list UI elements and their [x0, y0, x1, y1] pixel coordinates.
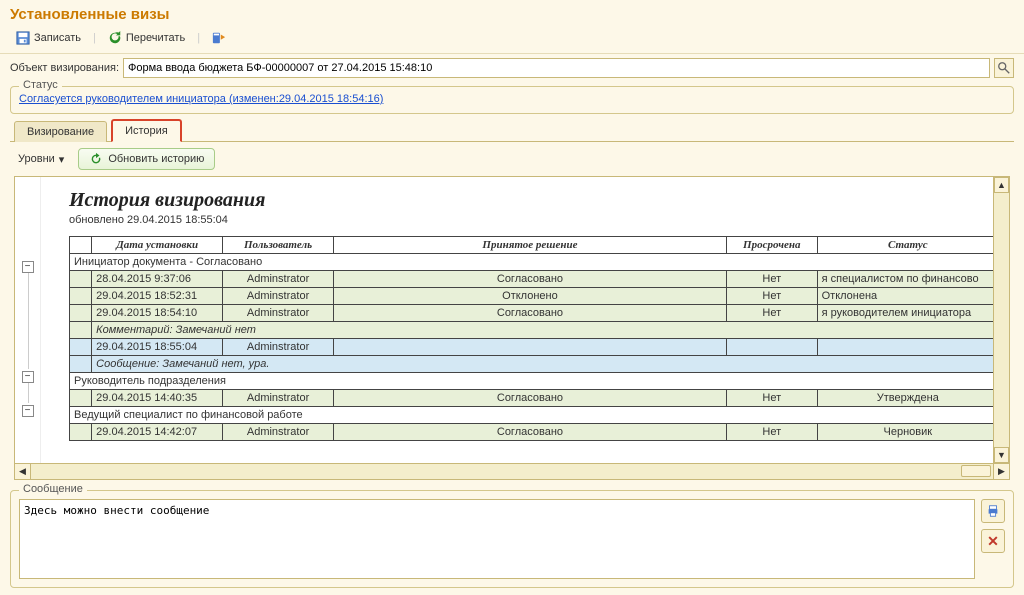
lookup-button[interactable]: [994, 58, 1014, 78]
table-row[interactable]: 29.04.2015 18:52:31AdminstratorОтклонено…: [70, 288, 994, 305]
col-overdue: Просрочена: [726, 237, 817, 254]
message-row: Сообщение: Замечаний нет, ура.: [70, 356, 994, 373]
magnifier-icon: [997, 61, 1011, 75]
vertical-scrollbar[interactable]: ▲ ▼: [993, 177, 1009, 463]
levels-label: Уровни: [18, 153, 55, 165]
scroll-track[interactable]: [994, 193, 1009, 447]
toolbar: Записать | Перечитать |: [0, 27, 1024, 54]
status-legend: Статус: [19, 79, 62, 91]
page-title: Установленные визы: [0, 0, 1024, 27]
col-user: Пользователь: [223, 237, 334, 254]
write-label: Записать: [34, 32, 81, 44]
reread-button[interactable]: Перечитать: [102, 29, 191, 47]
table-row[interactable]: 28.04.2015 9:37:06AdminstratorСогласован…: [70, 271, 994, 288]
section-header: Ведущий специалист по финансовой работе: [70, 407, 994, 424]
tab-istoriya[interactable]: История: [111, 119, 182, 142]
scroll-up[interactable]: ▲: [994, 177, 1009, 193]
message-buttons: ✕: [981, 499, 1005, 579]
refresh-history-label: Обновить историю: [108, 153, 204, 165]
chevron-down-icon: ▾: [59, 153, 65, 166]
clear-button[interactable]: ✕: [981, 529, 1005, 553]
log-icon: [212, 31, 226, 45]
history-updated: обновлено 29.04.2015 18:55:04: [69, 214, 993, 226]
refresh-icon: [89, 152, 103, 166]
table-row[interactable]: 29.04.2015 18:54:10AdminstratorСогласова…: [70, 305, 994, 322]
history-doc: История визирования обновлено 29.04.2015…: [41, 177, 993, 463]
history-title: История визирования: [69, 189, 993, 212]
section-header: Руководитель подразделения: [70, 373, 994, 390]
history-frame: − − − История визирования обновлено 29.0…: [14, 176, 1010, 464]
subtoolbar: Уровни ▾ Обновить историю: [0, 142, 1024, 176]
horizontal-scrollbar[interactable]: ◀ ▶: [14, 464, 1010, 480]
col-decision: Принятое решение: [333, 237, 726, 254]
refresh-icon: [108, 31, 122, 45]
tab-visirovanie[interactable]: Визирование: [14, 121, 107, 142]
printer-icon: [986, 504, 1000, 518]
col-date: Дата установки: [92, 237, 223, 254]
history-table: Дата установки Пользователь Принятое реш…: [69, 236, 993, 441]
write-button[interactable]: Записать: [10, 29, 87, 47]
separator: |: [197, 32, 200, 44]
log-button[interactable]: [206, 29, 232, 47]
collapse-toggle[interactable]: −: [22, 371, 34, 383]
scroll-thumb[interactable]: [961, 465, 991, 477]
close-icon: ✕: [987, 533, 999, 550]
col-status: Статус: [817, 237, 993, 254]
message-group: Сообщение ✕: [10, 490, 1014, 588]
handle-col: [70, 237, 92, 254]
tabbar: Визирование История: [10, 118, 1014, 142]
scroll-down[interactable]: ▼: [994, 447, 1009, 463]
disk-icon: [16, 31, 30, 45]
collapse-toggle[interactable]: −: [22, 405, 34, 417]
message-legend: Сообщение: [19, 483, 87, 495]
outline-column: − − −: [15, 177, 41, 463]
status-group: Статус Согласуется руководителем инициат…: [10, 86, 1014, 114]
levels-dropdown[interactable]: Уровни ▾: [14, 151, 68, 168]
scroll-track[interactable]: [31, 464, 993, 479]
comment-row: Комментарий: Замечаний нет: [70, 322, 994, 339]
refresh-history-button[interactable]: Обновить историю: [78, 148, 215, 170]
separator: |: [93, 32, 96, 44]
status-link[interactable]: Согласуется руководителем инициатора (из…: [19, 93, 383, 105]
message-input[interactable]: [19, 499, 975, 579]
section-header: Инициатор документа - Согласовано: [70, 254, 994, 271]
scroll-left[interactable]: ◀: [15, 464, 31, 479]
table-row[interactable]: 29.04.2015 14:42:07AdminstratorСогласова…: [70, 424, 994, 441]
collapse-toggle[interactable]: −: [22, 261, 34, 273]
object-input[interactable]: [123, 58, 990, 78]
scroll-right[interactable]: ▶: [993, 464, 1009, 479]
object-row: Объект визирования:: [0, 54, 1024, 82]
print-button[interactable]: [981, 499, 1005, 523]
table-row[interactable]: 29.04.2015 14:40:35AdminstratorСогласова…: [70, 390, 994, 407]
table-row[interactable]: 29.04.2015 18:55:04Adminstrator: [70, 339, 994, 356]
reread-label: Перечитать: [126, 32, 185, 44]
object-label: Объект визирования:: [10, 62, 119, 74]
